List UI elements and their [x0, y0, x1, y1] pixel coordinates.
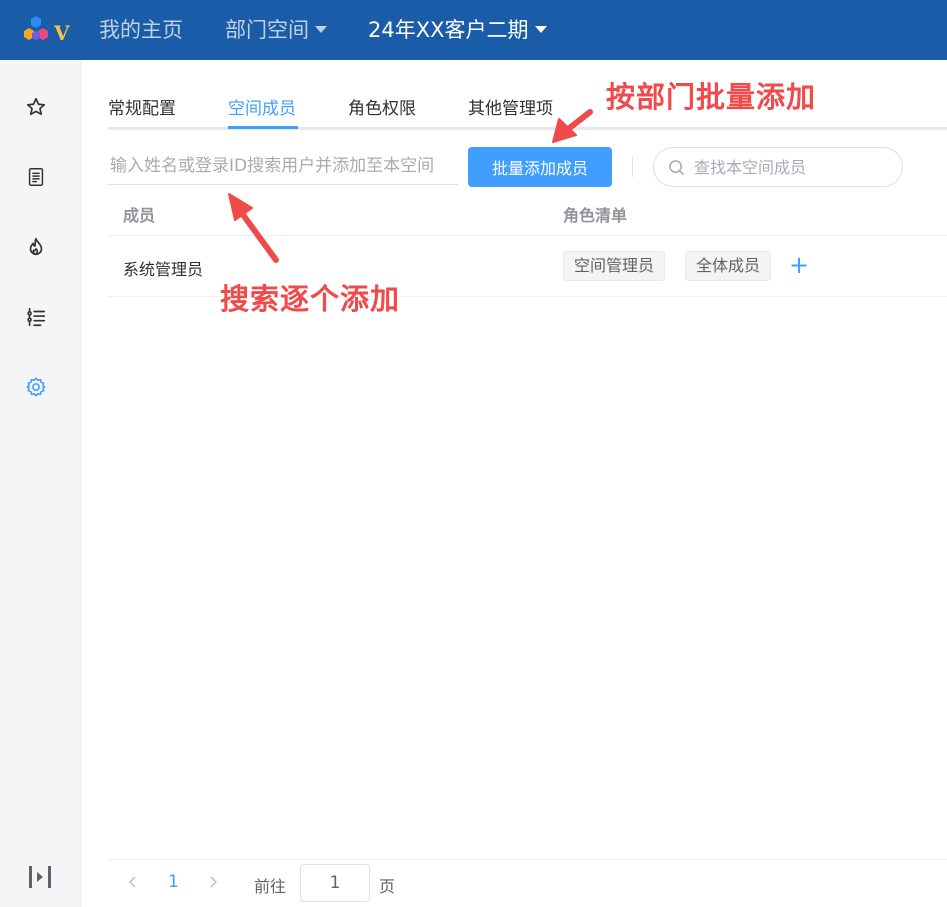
page-unit-label: 页	[379, 877, 396, 896]
goto-page-input[interactable]	[300, 864, 370, 902]
star-icon[interactable]	[23, 94, 49, 120]
nav-current-space-label: 24年XX客户二期	[368, 18, 529, 42]
annotation-batch-add: 按部门批量添加	[606, 80, 817, 114]
add-user-search-input[interactable]	[108, 147, 458, 185]
gear-icon[interactable]	[23, 374, 49, 400]
chevron-down-icon	[315, 25, 327, 33]
active-tab-indicator	[228, 126, 298, 129]
member-search-box	[653, 147, 903, 187]
page-number[interactable]: 1	[168, 872, 179, 892]
nav-home[interactable]: 我的主页	[99, 0, 183, 60]
list-icon[interactable]	[23, 304, 49, 330]
member-search-input[interactable]	[694, 152, 894, 182]
goto-label: 前往	[254, 877, 287, 896]
search-icon	[669, 160, 685, 176]
member-name: 系统管理员	[123, 260, 204, 279]
nav-department-space[interactable]: 部门空间	[225, 0, 327, 60]
main-content: 常规配置 空间成员 角色权限 其他管理项 批量添加成员 成员 角色清单 系统管理…	[82, 60, 947, 907]
tab-role-permissions[interactable]: 角色权限	[348, 94, 416, 119]
app-logo[interactable]: V	[20, 14, 76, 48]
nav-department-space-label: 部门空间	[225, 18, 309, 42]
prev-page-icon[interactable]	[128, 874, 138, 893]
document-icon[interactable]	[23, 164, 49, 190]
batch-add-members-button[interactable]: 批量添加成员	[468, 147, 612, 187]
toolbar-divider	[632, 157, 633, 177]
role-tag[interactable]: 空间管理员	[563, 251, 666, 281]
svg-text:V: V	[53, 21, 70, 45]
role-tag[interactable]: 全体成员	[685, 251, 772, 281]
table-header: 成员 角色清单	[108, 196, 947, 236]
next-page-icon[interactable]	[208, 874, 218, 893]
chevron-down-icon	[534, 25, 547, 33]
nav-current-space[interactable]: 24年XX客户二期	[368, 0, 547, 60]
annotation-search-add: 搜索逐个添加	[220, 282, 401, 316]
tab-general-config[interactable]: 常规配置	[108, 94, 176, 119]
tab-other-management[interactable]: 其他管理项	[468, 94, 553, 119]
fire-icon[interactable]	[23, 234, 49, 260]
sidebar	[0, 60, 82, 907]
column-header-roles: 角色清单	[563, 206, 628, 225]
top-header: V 我的主页 部门空间 24年XX客户二期	[0, 0, 947, 60]
pagination: 1 前往 页	[108, 859, 947, 907]
tab-space-members[interactable]: 空间成员	[228, 94, 296, 119]
settings-tabs: 常规配置 空间成员 角色权限 其他管理项	[108, 90, 947, 130]
column-header-member: 成员	[123, 206, 156, 225]
add-role-icon[interactable]: +	[789, 250, 809, 280]
collapse-icon[interactable]	[27, 864, 53, 890]
